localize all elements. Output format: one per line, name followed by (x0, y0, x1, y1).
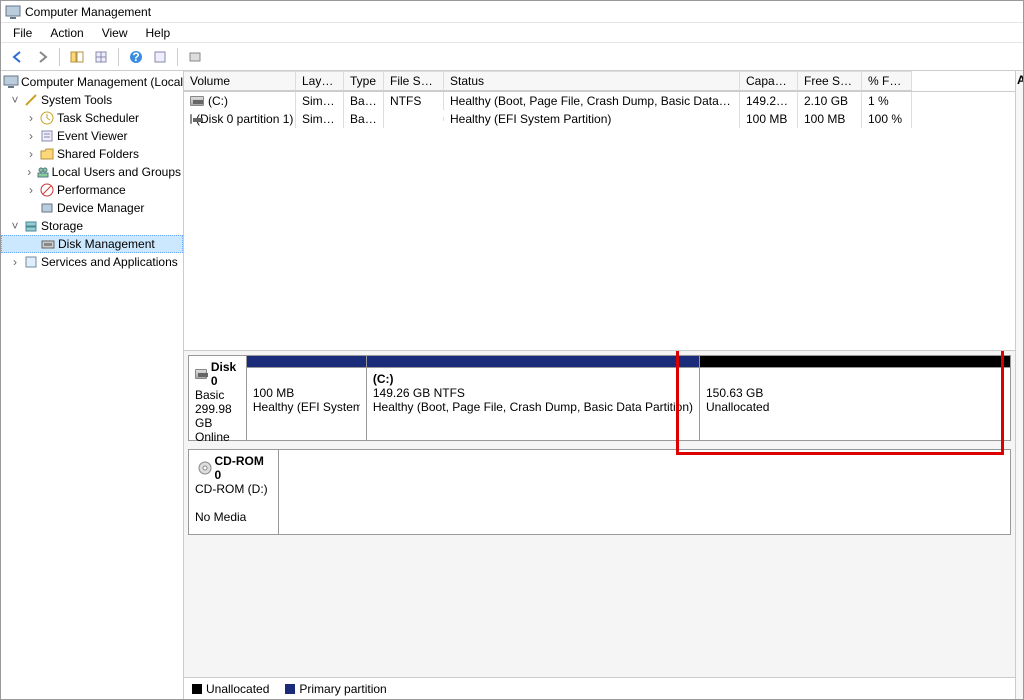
disk-block[interactable]: Disk 0 Basic 299.98 GB Online 100 MB Hea… (188, 355, 1011, 441)
menu-view[interactable]: View (94, 24, 136, 42)
partition-bar (247, 356, 366, 368)
menu-help[interactable]: Help (138, 24, 179, 42)
expand-icon[interactable]: › (25, 183, 37, 197)
legend-unallocated: Unallocated (192, 682, 269, 696)
tree-system-tools[interactable]: ˅ System Tools (1, 91, 183, 109)
tree-panel: Computer Management (Local ˅ System Tool… (1, 71, 184, 699)
expand-icon[interactable]: › (25, 147, 37, 161)
disk-label: CD-ROM 0 CD-ROM (D:) No Media (189, 450, 279, 534)
disk-block[interactable]: CD-ROM 0 CD-ROM (D:) No Media (188, 449, 1011, 535)
disk-graphic-area: Disk 0 Basic 299.98 GB Online 100 MB Hea… (184, 351, 1015, 677)
col-volume[interactable]: Volume (184, 71, 296, 91)
col-filesystem[interactable]: File System (384, 71, 444, 91)
settings-button[interactable] (184, 46, 206, 68)
refresh-button[interactable] (149, 46, 171, 68)
menu-file[interactable]: File (5, 24, 40, 42)
tree-storage[interactable]: ˅ Storage (1, 217, 183, 235)
services-icon (23, 254, 39, 270)
tree-task-scheduler[interactable]: › Task Scheduler (1, 109, 183, 127)
window: Computer Management File Action View Hel… (0, 0, 1024, 700)
svg-text:?: ? (132, 50, 139, 64)
actions-panel-collapsed[interactable]: A (1015, 71, 1023, 699)
performance-icon (39, 182, 55, 198)
show-hide-tree-button[interactable] (66, 46, 88, 68)
tree-shared-folders[interactable]: › Shared Folders (1, 145, 183, 163)
expand-icon[interactable]: › (25, 129, 37, 143)
tree-device-manager[interactable]: Device Manager (1, 199, 183, 217)
legend-bar: Unallocated Primary partition (184, 677, 1015, 699)
users-icon (36, 164, 50, 180)
properties-grid-button[interactable] (90, 46, 112, 68)
legend-primary: Primary partition (285, 682, 386, 696)
volume-table: Volume Layout Type File System Status Ca… (184, 71, 1015, 351)
table-row[interactable]: (C:) Simple Basic NTFS Healthy (Boot, Pa… (184, 92, 1015, 110)
cdrom-icon (197, 460, 213, 476)
tree-local-users[interactable]: › Local Users and Groups (1, 163, 183, 181)
computer-icon (3, 74, 19, 90)
disk-label: Disk 0 Basic 299.98 GB Online (189, 356, 247, 440)
main-area: Computer Management (Local ˅ System Tool… (1, 71, 1023, 699)
col-layout[interactable]: Layout (296, 71, 344, 91)
right-panel: Volume Layout Type File System Status Ca… (184, 71, 1015, 699)
volume-table-body: (C:) Simple Basic NTFS Healthy (Boot, Pa… (184, 92, 1015, 350)
disk-mgmt-icon (40, 236, 56, 252)
titlebar: Computer Management (1, 1, 1023, 23)
partition-bar (700, 356, 1010, 368)
event-icon (39, 128, 55, 144)
expand-icon[interactable]: › (9, 255, 21, 269)
disk-icon (195, 369, 207, 379)
back-button[interactable] (7, 46, 29, 68)
tree-event-viewer[interactable]: › Event Viewer (1, 127, 183, 145)
tree-root[interactable]: Computer Management (Local (1, 73, 183, 91)
partition-area: 100 MB Healthy (EFI System Partition) (C… (247, 356, 1010, 440)
menu-action[interactable]: Action (42, 24, 91, 42)
clock-icon (39, 110, 55, 126)
tree-services-apps[interactable]: › Services and Applications (1, 253, 183, 271)
volume-table-header: Volume Layout Type File System Status Ca… (184, 71, 1015, 92)
col-type[interactable]: Type (344, 71, 384, 91)
folder-icon (39, 146, 55, 162)
toolbar: ? (1, 43, 1023, 71)
partition-area (279, 450, 1010, 534)
tools-icon (23, 92, 39, 108)
collapse-icon[interactable]: ˅ (9, 219, 21, 233)
tree-disk-management[interactable]: Disk Management (1, 235, 183, 253)
device-icon (39, 200, 55, 216)
col-pctfree[interactable]: % Free (862, 71, 912, 91)
expand-icon[interactable]: › (25, 111, 37, 125)
col-capacity[interactable]: Capacity (740, 71, 798, 91)
legend-swatch-blue (285, 684, 295, 694)
partition[interactable]: 100 MB Healthy (EFI System Partition) (247, 356, 367, 440)
drive-icon (190, 96, 204, 106)
window-title: Computer Management (25, 5, 151, 19)
app-icon (5, 4, 21, 20)
expand-icon[interactable]: › (25, 165, 34, 179)
partition[interactable]: (C:) 149.26 GB NTFS Healthy (Boot, Page … (367, 356, 700, 440)
tree-performance[interactable]: › Performance (1, 181, 183, 199)
partition-bar (367, 356, 699, 368)
partition-unallocated[interactable]: 150.63 GB Unallocated (700, 356, 1010, 440)
col-freespace[interactable]: Free Space (798, 71, 862, 91)
table-row[interactable]: (Disk 0 partition 1) Simple Basic Health… (184, 110, 1015, 128)
storage-icon (23, 218, 39, 234)
col-status[interactable]: Status (444, 71, 740, 91)
help-button[interactable]: ? (125, 46, 147, 68)
forward-button[interactable] (31, 46, 53, 68)
collapse-icon[interactable]: ˅ (9, 93, 21, 107)
menubar: File Action View Help (1, 23, 1023, 43)
drive-icon (190, 114, 192, 124)
legend-swatch-black (192, 684, 202, 694)
